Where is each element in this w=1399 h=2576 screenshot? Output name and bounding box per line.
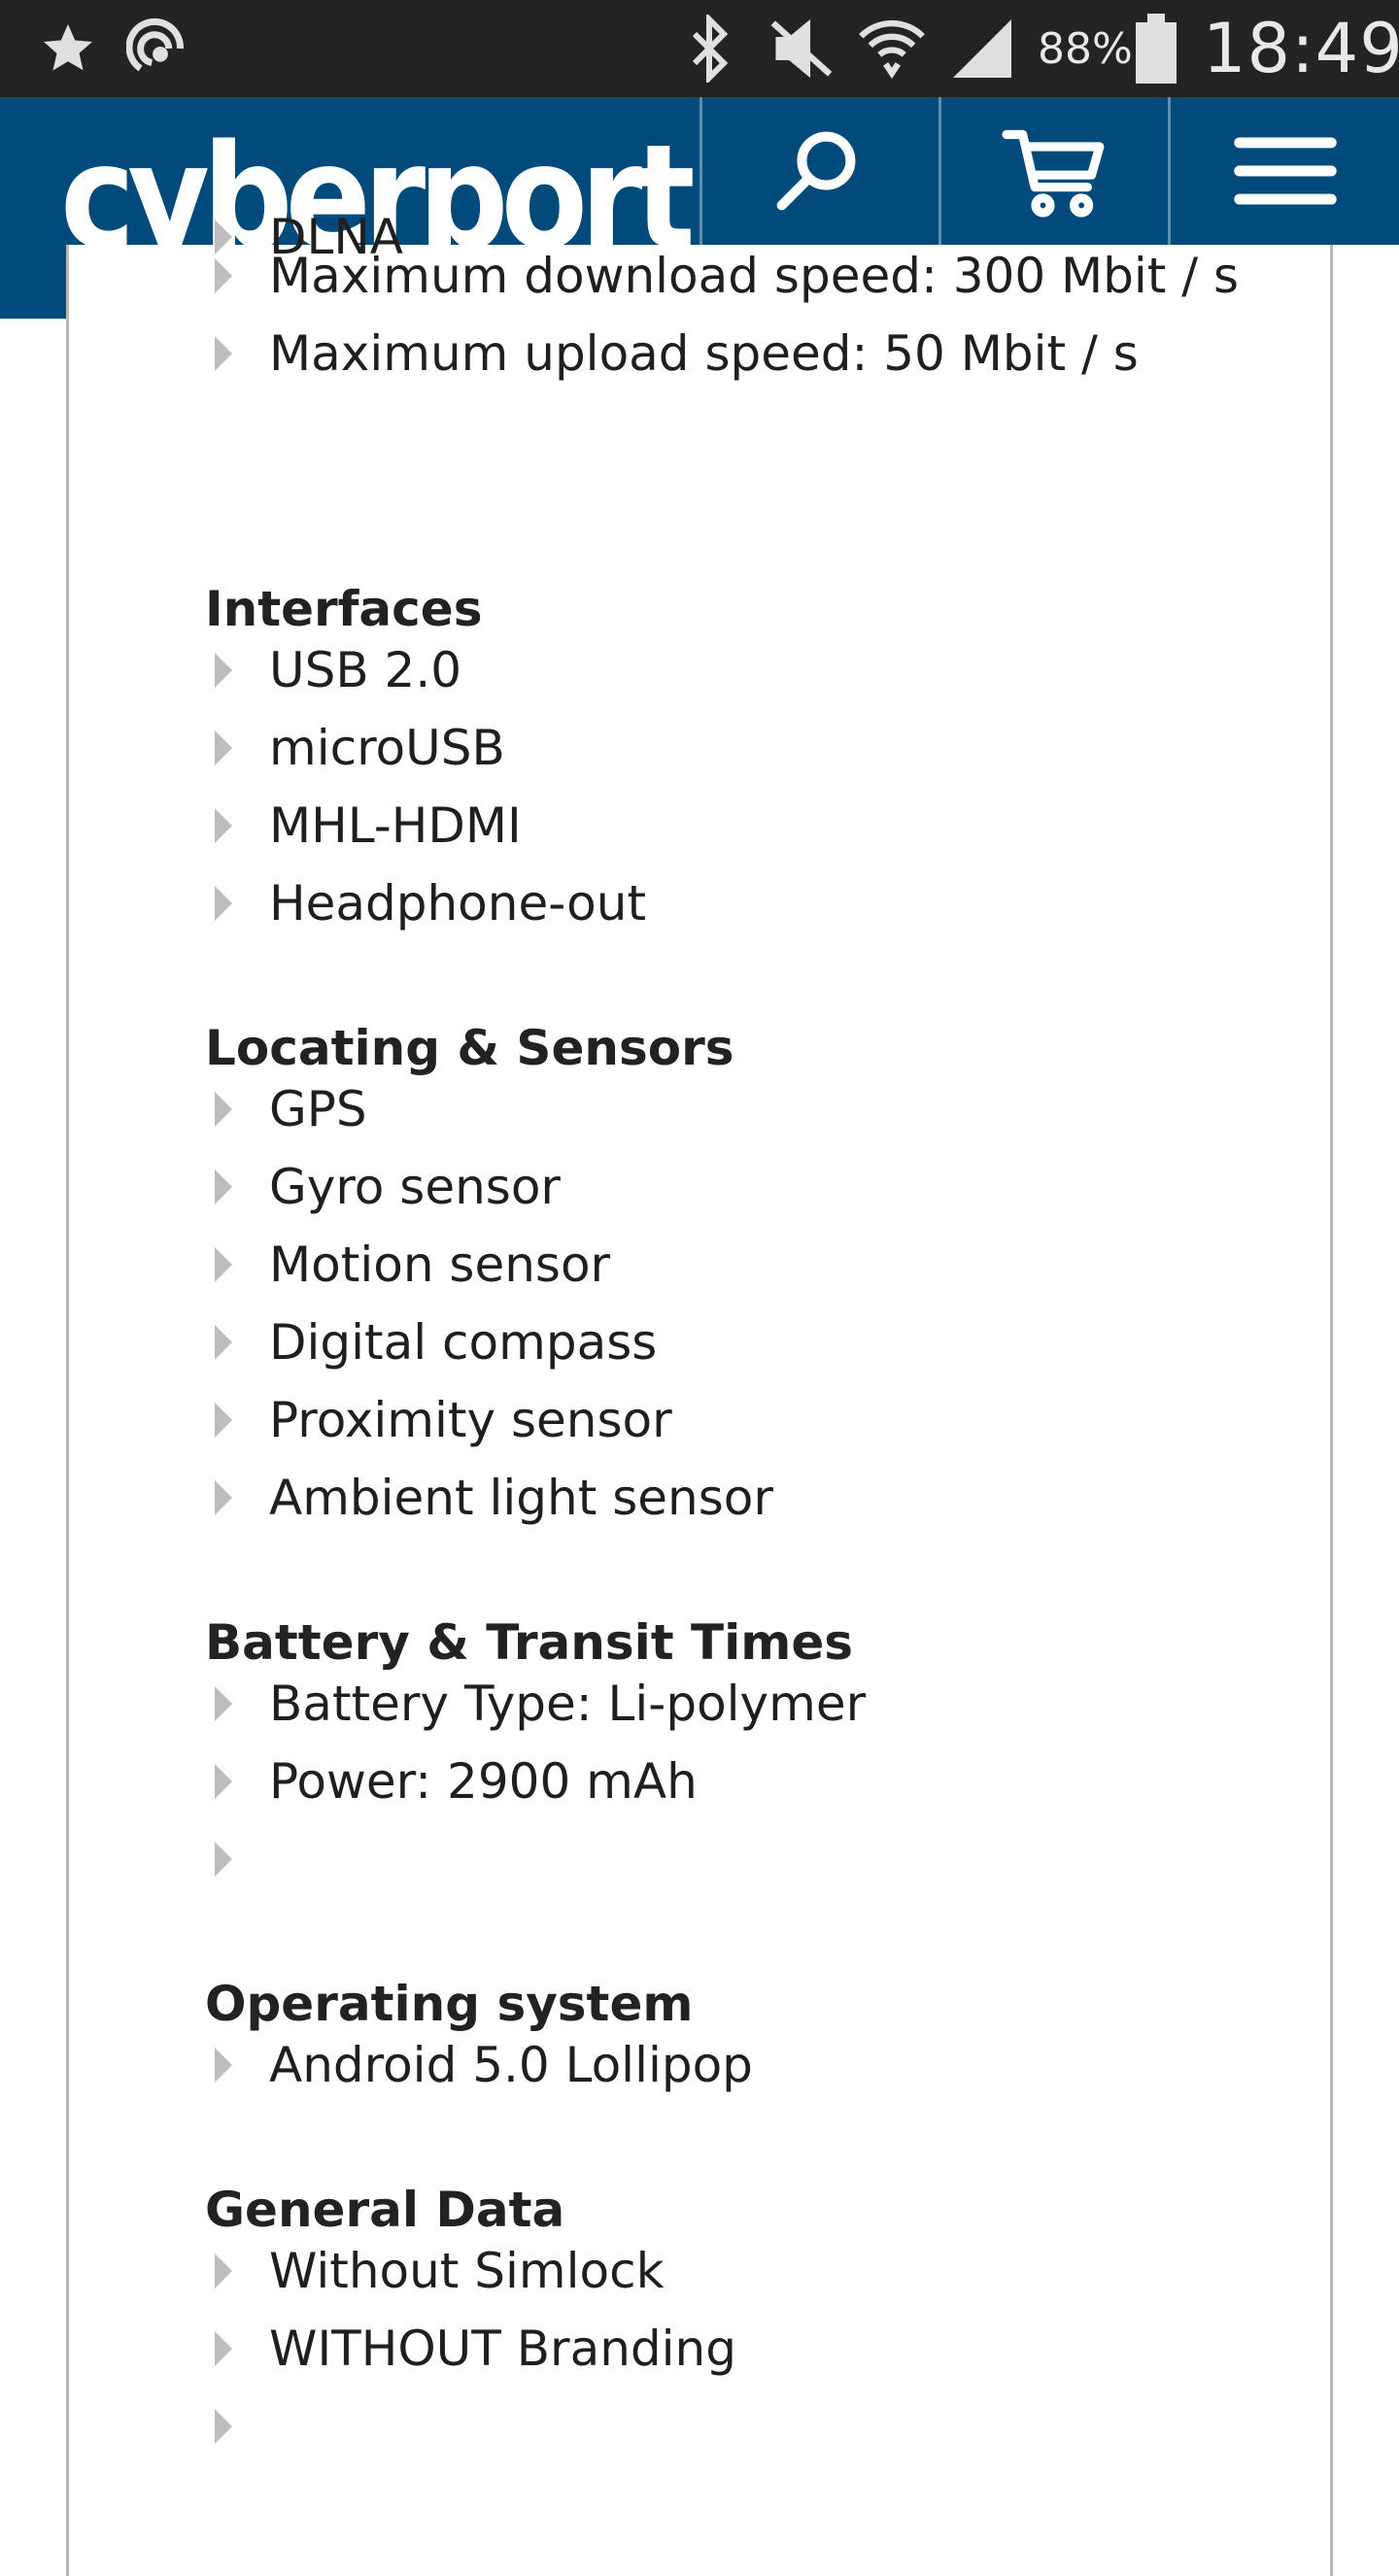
status-bar: 88% 18:49 xyxy=(0,0,1399,97)
list-item: WITHOUT Branding xyxy=(205,2310,736,2388)
search-icon xyxy=(776,131,855,211)
bullet-arrow-icon xyxy=(215,886,232,921)
list-item: Power: 2900 mAh xyxy=(205,1743,698,1820)
sync-icon xyxy=(126,0,194,97)
product-spec-card: DLNA Maximum download speed: 300 Mbit / … xyxy=(66,209,1333,2576)
mute-icon xyxy=(768,0,836,97)
section-heading: Interfaces xyxy=(205,581,483,637)
cart-button[interactable] xyxy=(938,97,1168,245)
section-heading: Operating system xyxy=(205,1976,694,2032)
bullet-arrow-icon xyxy=(215,336,232,371)
bullet-arrow-icon xyxy=(215,1169,232,1204)
section-heading: Battery & Transit Times xyxy=(205,1614,854,1671)
menu-button[interactable] xyxy=(1168,97,1399,245)
list-item: Android 5.0 Lollipop xyxy=(205,2026,753,2104)
hamburger-menu-icon xyxy=(1233,137,1337,205)
list-item: Proximity sensor xyxy=(205,1381,672,1459)
bullet-arrow-icon xyxy=(215,1686,232,1721)
bullet-arrow-icon xyxy=(215,1247,232,1282)
cart-icon xyxy=(1001,129,1104,218)
bullet-arrow-icon xyxy=(215,2331,232,2366)
list-item: Maximum upload speed: 50 Mbit / s xyxy=(205,315,1139,392)
signal-icon xyxy=(947,0,1017,97)
list-item: Maximum download speed: 300 Mbit / s xyxy=(205,237,1239,315)
bullet-arrow-icon xyxy=(215,1480,232,1515)
section-heading: Locating & Sensors xyxy=(205,1020,734,1076)
bullet-arrow-icon xyxy=(215,1092,232,1127)
bullet-arrow-icon xyxy=(215,2409,232,2444)
wifi-icon xyxy=(855,0,929,97)
bullet-arrow-icon xyxy=(215,808,232,843)
list-item: Digital compass xyxy=(205,1304,657,1381)
list-item: microUSB xyxy=(205,709,505,787)
list-item: Ambient light sensor xyxy=(205,1459,773,1537)
list-item: Battery Type: Li-polymer xyxy=(205,1665,866,1743)
clock: 18:49 xyxy=(1203,9,1399,88)
list-item: Headphone-out xyxy=(205,864,646,942)
list-item: GPS xyxy=(205,1070,367,1148)
bullet-arrow-icon xyxy=(215,1842,232,1877)
list-item: Motion sensor xyxy=(205,1226,610,1304)
bullet-arrow-icon xyxy=(215,1403,232,1438)
search-button[interactable] xyxy=(700,97,929,245)
list-item: MHL-HDMI xyxy=(205,787,522,864)
list-item: Without Simlock xyxy=(205,2232,665,2310)
list-item: Gyro sensor xyxy=(205,1148,561,1226)
bullet-arrow-icon xyxy=(215,653,232,688)
section-heading: General Data xyxy=(205,2182,565,2238)
bullet-arrow-icon xyxy=(215,2254,232,2288)
bullet-arrow-icon xyxy=(215,1764,232,1799)
bullet-arrow-icon xyxy=(215,1325,232,1360)
bluetooth-icon xyxy=(680,0,738,97)
list-item: USB 2.0 xyxy=(205,631,461,709)
star-icon xyxy=(39,0,97,97)
bullet-arrow-icon xyxy=(215,258,232,293)
list-item xyxy=(205,2388,269,2465)
battery-icon xyxy=(1135,0,1177,97)
battery-percent: 88% xyxy=(1038,23,1133,74)
bullet-arrow-icon xyxy=(215,730,232,765)
list-item xyxy=(205,1820,269,1898)
bullet-arrow-icon xyxy=(215,2048,232,2083)
